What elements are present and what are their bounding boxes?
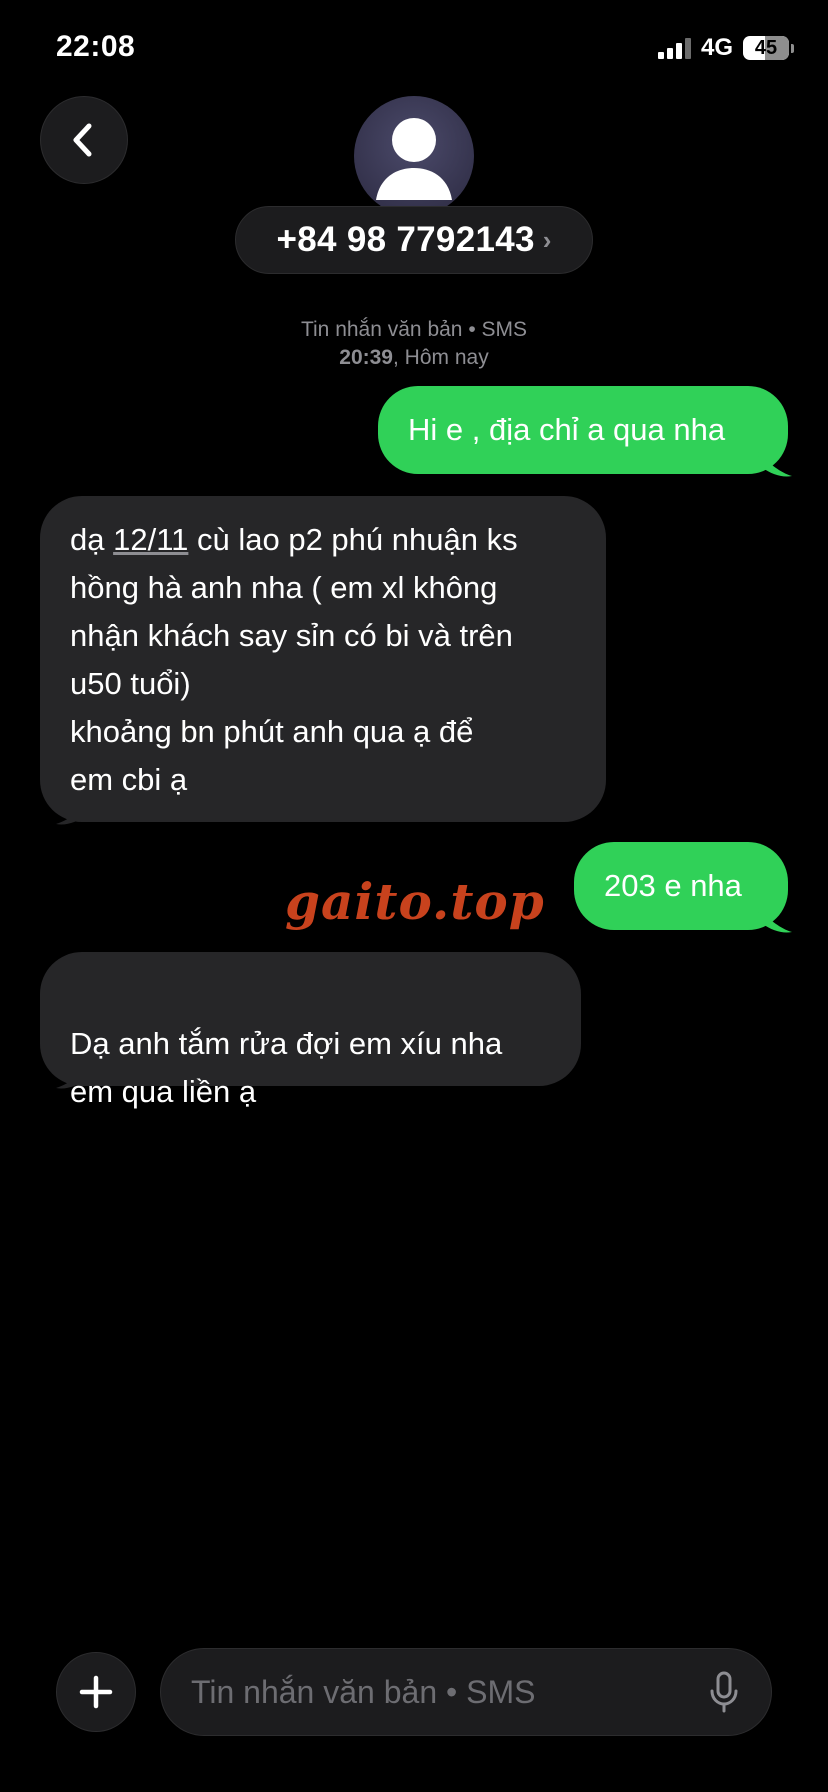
message-input[interactable]: Tin nhắn văn bản • SMS (160, 1648, 772, 1736)
chevron-left-icon (73, 123, 92, 157)
service-label: Tin nhắn văn bản • SMS (300, 318, 528, 341)
battery-icon: 45 (743, 36, 789, 60)
date-link[interactable]: 12/11 (113, 522, 188, 557)
timestamp-time: 20:39 (339, 346, 393, 369)
message-bubble-incoming[interactable]: Dạ anh tắm rửa đợi em xíu nha em qua liề… (40, 952, 581, 1109)
message-text-before: dạ (70, 522, 114, 557)
status-indicators: 4G 45 (657, 34, 794, 62)
message-bubble-outgoing[interactable]: Hi e , địa chỉ a qua nha (378, 386, 788, 474)
add-attachment-button[interactable] (56, 1652, 136, 1732)
contact-name: +84 98 7792143 (276, 220, 535, 259)
message-text-after: cù lao p2 phú nhuận ks hồng hà anh nha (… (70, 522, 518, 797)
plus-icon (79, 1675, 113, 1709)
thread-meta: Tin nhắn văn bản • SMS 20:39, Hôm nay (0, 316, 828, 372)
bubble-tail (758, 908, 792, 933)
battery-tip (791, 43, 794, 53)
message-bubble-outgoing[interactable]: 203 e nha (574, 842, 788, 930)
message-text: 203 e nha (604, 868, 742, 903)
status-time: 22:08 (56, 30, 136, 63)
timestamp-day: , Hôm nay (393, 346, 489, 369)
message-text: Hi e , địa chỉ a qua nha (408, 412, 726, 447)
thread-timestamp: 20:39, Hôm nay (0, 344, 828, 372)
chevron-right-icon: › (542, 224, 552, 255)
message-bubble-incoming[interactable]: dạ 12/11 cù lao p2 phú nhuận ks hồng hà … (40, 496, 606, 822)
bubble-tail (56, 1064, 90, 1089)
bubble-tail (56, 800, 90, 825)
battery-level: 45 (754, 36, 778, 59)
message-input-placeholder: Tin nhắn văn bản • SMS (191, 1673, 536, 1710)
watermark-text: gaito.top (285, 872, 545, 931)
cellular-signal-icon (657, 37, 691, 59)
message-text: Dạ anh tắm rửa đợi em xíu nha em qua liề… (70, 1026, 503, 1109)
network-type: 4G (700, 34, 733, 61)
person-icon (376, 118, 452, 200)
bubble-tail (758, 452, 792, 477)
back-button[interactable] (40, 96, 128, 184)
microphone-icon[interactable] (707, 1670, 741, 1714)
contact-avatar[interactable] (354, 96, 474, 216)
contact-details-button[interactable]: +84 98 7792143 › (235, 206, 593, 274)
